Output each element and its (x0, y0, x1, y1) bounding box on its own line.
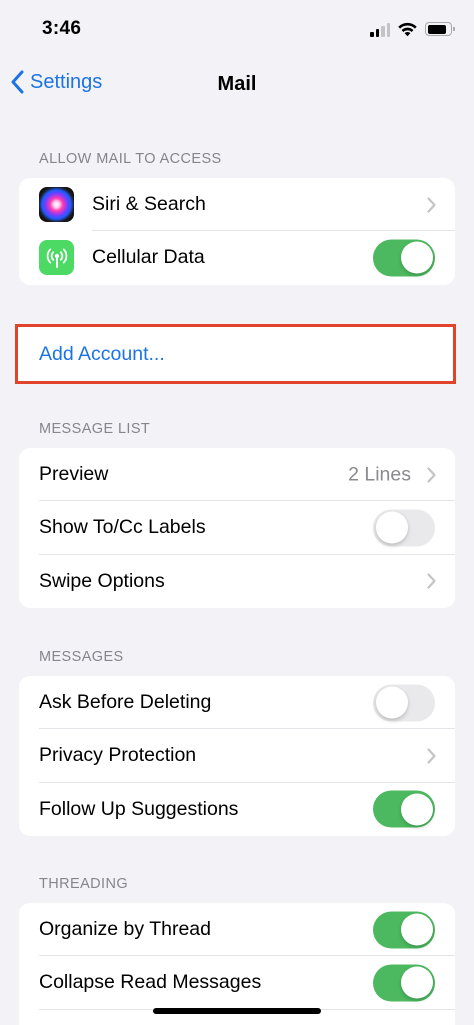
cellular-signal-icon (370, 22, 390, 37)
threading-group: Organize by Thread Collapse Read Message… (19, 903, 455, 1025)
row-label: Preview (39, 463, 109, 486)
add-account-row[interactable]: Add Account... (15, 324, 456, 384)
row-label: Swipe Options (39, 569, 165, 592)
row-label: Privacy Protection (39, 744, 197, 767)
row-label: Cellular Data (92, 246, 205, 269)
messages-group: Ask Before Deleting Privacy Protection F… (19, 676, 455, 836)
row-follow-up-suggestions[interactable]: Follow Up Suggestions (19, 783, 455, 836)
section-header-messages: MESSAGES (39, 649, 124, 665)
preview-value: 2 Lines (348, 463, 411, 486)
chevron-right-icon (427, 467, 436, 483)
home-indicator[interactable] (153, 1008, 321, 1014)
row-cellular-data[interactable]: Cellular Data (19, 231, 455, 284)
row-label: Ask Before Deleting (39, 691, 212, 714)
battery-icon (425, 22, 455, 36)
row-siri-search[interactable]: Siri & Search (19, 178, 455, 232)
row-show-to-cc-labels[interactable]: Show To/Cc Labels (19, 501, 455, 555)
siri-icon (39, 187, 74, 222)
chevron-right-icon (427, 573, 436, 589)
add-account-link[interactable]: Add Account... (39, 343, 165, 366)
row-label: Show To/Cc Labels (39, 516, 206, 539)
section-header-threading: THREADING (39, 876, 128, 892)
mail-settings-screen: 3:46 Settings Mail ALLOW MAIL TO ACCESS (0, 0, 474, 1025)
message-list-group: Preview 2 Lines Show To/Cc Labels Swipe … (19, 448, 455, 608)
collapse-read-messages-toggle[interactable] (373, 964, 435, 1002)
row-privacy-protection[interactable]: Privacy Protection (19, 729, 455, 783)
status-time: 3:46 (42, 18, 82, 39)
organize-by-thread-toggle[interactable] (373, 911, 435, 949)
cellular-antenna-icon (39, 240, 74, 276)
row-ask-before-deleting[interactable]: Ask Before Deleting (19, 676, 455, 730)
row-collapse-read-messages[interactable]: Collapse Read Messages (19, 956, 455, 1010)
row-label: Organize by Thread (39, 918, 211, 941)
row-label: Collapse Read Messages (39, 971, 262, 994)
row-label: Follow Up Suggestions (39, 797, 239, 820)
section-header-allow-access: ALLOW MAIL TO ACCESS (39, 151, 222, 167)
cellular-data-toggle[interactable] (373, 239, 435, 277)
chevron-right-icon (427, 197, 436, 213)
ask-before-deleting-toggle[interactable] (373, 684, 435, 722)
allow-access-group: Siri & Search Cellular Data (19, 178, 455, 285)
page-title: Mail (217, 73, 257, 95)
status-icons (370, 21, 455, 37)
row-organize-by-thread[interactable]: Organize by Thread (19, 903, 455, 957)
row-swipe-options[interactable]: Swipe Options (19, 555, 455, 608)
wifi-icon (398, 22, 417, 37)
navigation-bar: Settings Mail (0, 58, 474, 112)
row-preview[interactable]: Preview 2 Lines (19, 448, 455, 502)
row-label: Siri & Search (92, 193, 206, 216)
status-bar: 3:46 (0, 0, 474, 58)
chevron-right-icon (427, 748, 436, 764)
follow-up-suggestions-toggle[interactable] (373, 790, 435, 828)
show-to-cc-labels-toggle[interactable] (373, 509, 435, 547)
section-header-message-list: MESSAGE LIST (39, 421, 151, 437)
